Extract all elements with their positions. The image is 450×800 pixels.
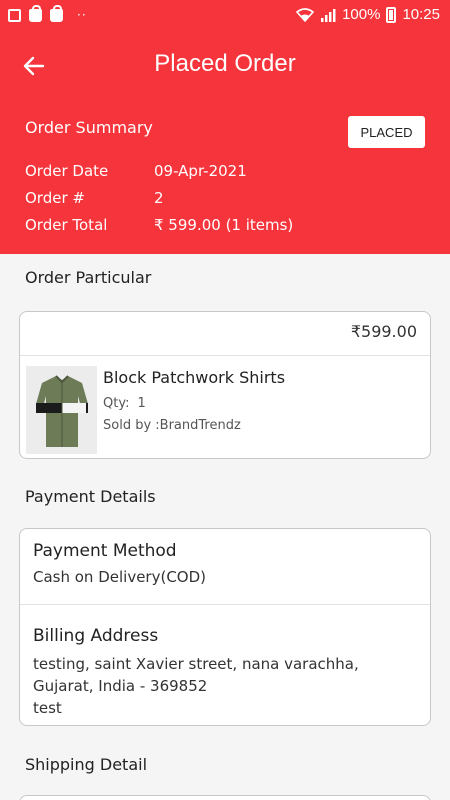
signal-icon xyxy=(321,8,336,22)
divider xyxy=(20,355,430,356)
order-number-value: 2 xyxy=(154,189,164,207)
payment-card: Payment Method Cash on Delivery(COD) Bil… xyxy=(19,528,431,726)
shipping-card xyxy=(19,795,431,800)
image-icon xyxy=(8,8,21,22)
product-seller: Sold by :BrandTrendz xyxy=(103,418,241,433)
payment-method-label: Payment Method xyxy=(33,541,177,561)
order-particular-heading: Order Particular xyxy=(25,268,152,287)
notification-icons: ·· xyxy=(8,4,87,22)
product-name[interactable]: Block Patchwork Shirts xyxy=(103,368,285,387)
product-quantity: Qty: 1 xyxy=(103,396,146,411)
status-bar: ·· 100% 10:25 xyxy=(0,0,450,32)
billing-address-label: Billing Address xyxy=(33,626,159,646)
payment-details-heading: Payment Details xyxy=(25,487,156,506)
shirt-icon xyxy=(35,375,88,447)
more-notifications-indicator: ·· xyxy=(77,8,87,22)
billing-address-line: testing, saint Xavier street, nana varac… xyxy=(33,655,359,673)
billing-address-line: test xyxy=(33,699,62,717)
order-status-button[interactable]: PLACED xyxy=(348,116,425,148)
item-price: ₹599.00 xyxy=(350,322,417,341)
payment-method-value: Cash on Delivery(COD) xyxy=(33,568,207,586)
app-bar: Placed Order xyxy=(0,40,450,92)
billing-address: testing, saint Xavier street, nana varac… xyxy=(33,653,359,719)
order-date-value: 09-Apr-2021 xyxy=(154,162,247,180)
battery-percentage: 100% xyxy=(342,6,381,23)
divider xyxy=(20,604,430,605)
battery-icon xyxy=(386,6,397,23)
order-summary-heading: Order Summary xyxy=(25,118,153,137)
order-total-label: Order Total xyxy=(25,216,108,234)
system-indicators: 100% 10:25 xyxy=(296,6,440,23)
order-total-value: ₹ 599.00 (1 items) xyxy=(154,216,294,234)
wifi-icon xyxy=(296,7,315,22)
clock: 10:25 xyxy=(402,6,440,23)
billing-address-line: Gujarat, India - 369852 xyxy=(33,677,208,695)
order-number-label: Order # xyxy=(25,189,85,207)
page-title: Placed Order xyxy=(154,50,296,77)
shipping-detail-heading: Shipping Detail xyxy=(25,755,148,774)
quantity-label: Qty: xyxy=(103,396,130,411)
product-image[interactable] xyxy=(26,366,97,454)
order-item-card: ₹599.00 Block Patchwork Shirts Qty: 1 Sol… xyxy=(19,311,431,459)
order-date-label: Order Date xyxy=(25,162,109,180)
shopping-bag-icon xyxy=(50,4,63,22)
shopping-bag-icon xyxy=(29,4,42,22)
order-header: ·· 100% 10:25 Placed Order Order Summary… xyxy=(0,0,450,254)
quantity-value: 1 xyxy=(137,396,146,411)
